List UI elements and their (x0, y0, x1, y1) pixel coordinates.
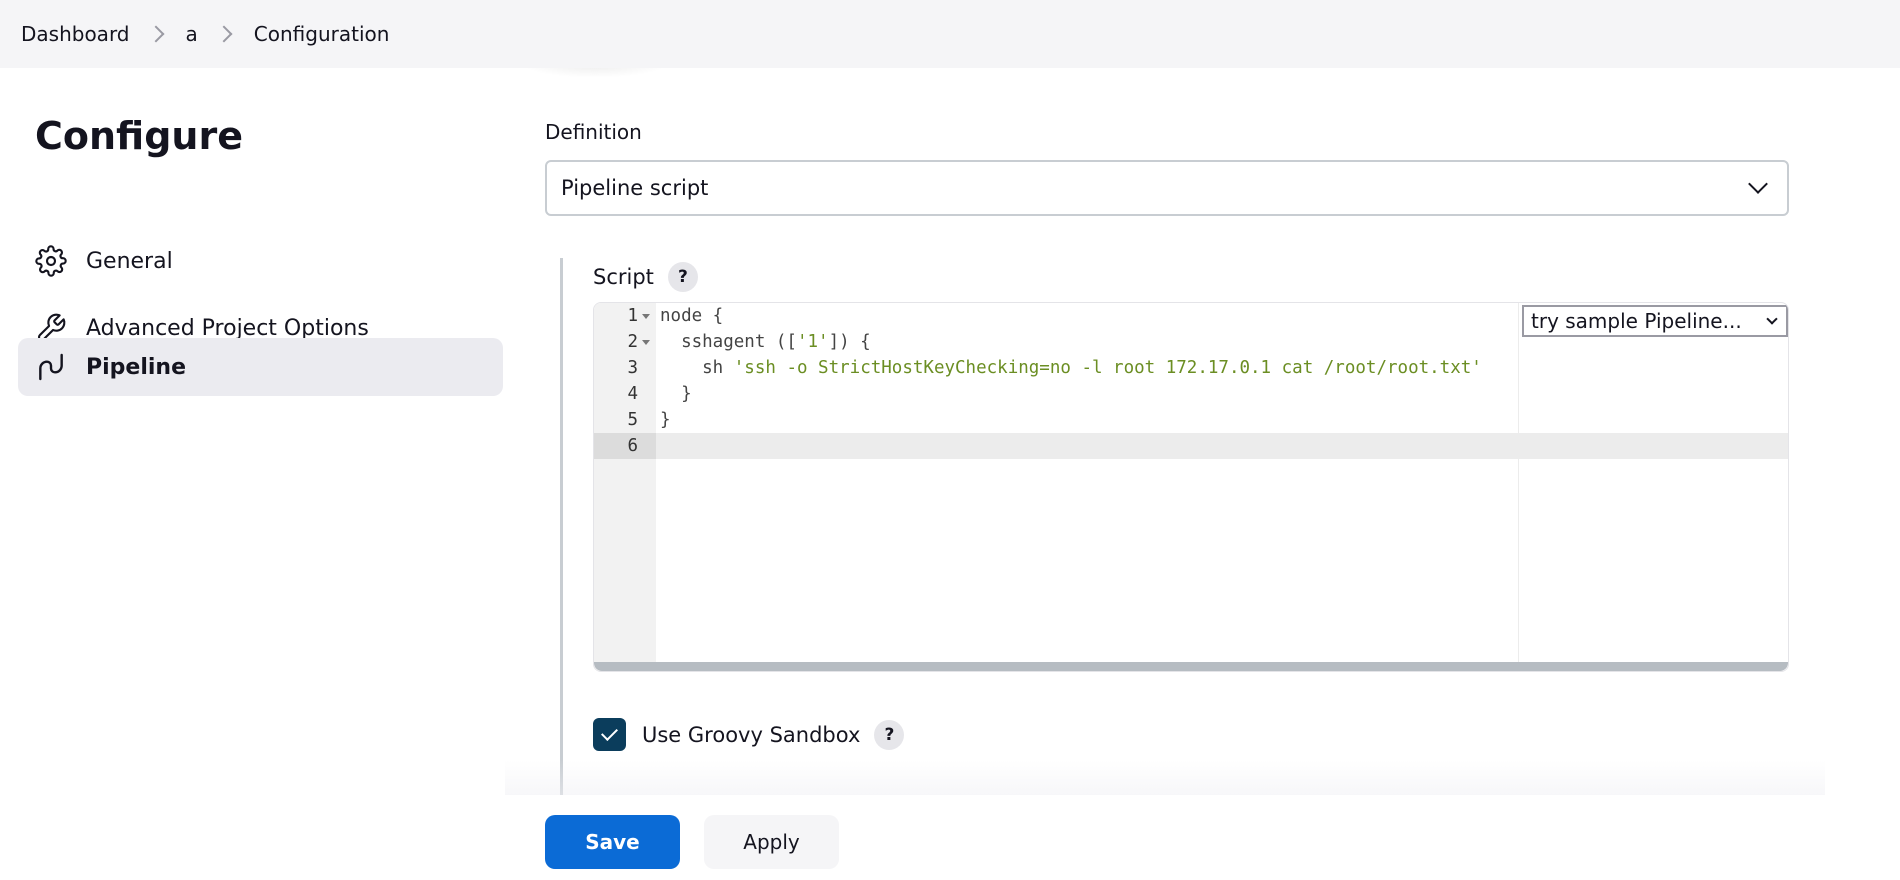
chevron-down-icon (1748, 174, 1768, 194)
line-number: 2 (627, 332, 638, 352)
main-content: Definition Pipeline script Script ? 1 2 3 4… (545, 68, 1845, 798)
chevron-right-icon (215, 25, 233, 43)
definition-select[interactable]: Pipeline script (545, 160, 1789, 216)
breadcrumb-dashboard[interactable]: Dashboard (21, 22, 130, 46)
chevron-right-icon (147, 25, 165, 43)
sidebar-item-label: General (86, 248, 173, 274)
code-line: } (656, 381, 1788, 407)
checkmark-icon (601, 724, 618, 741)
sidebar-item-label: Advanced Project Options (86, 315, 369, 341)
definition-label: Definition (545, 120, 642, 144)
try-sample-pipeline-select[interactable]: try sample Pipeline... (1522, 305, 1788, 337)
code-token: } (660, 384, 692, 404)
pipeline-icon (34, 350, 68, 384)
code-token: } (660, 410, 671, 430)
sample-select-value: try sample Pipeline... (1531, 309, 1742, 333)
groovy-sandbox-option: Use Groovy Sandbox ? (593, 718, 905, 751)
script-label: Script (593, 265, 654, 289)
footer-shadow (505, 760, 1825, 800)
code-string: 'ssh -o StrictHostKeyChecking=no -l root… (733, 358, 1482, 378)
gear-icon (34, 244, 68, 278)
fold-arrow-icon[interactable] (642, 340, 650, 345)
code-line: sh 'ssh -o StrictHostKeyChecking=no -l r… (656, 355, 1788, 381)
save-button[interactable]: Save (545, 815, 680, 869)
section-nesting-line (560, 258, 563, 798)
code-string: '1' (796, 332, 829, 352)
chevron-down-icon (1766, 313, 1778, 325)
sidebar-item-pipeline[interactable]: Pipeline (18, 338, 503, 396)
definition-selected-value: Pipeline script (561, 176, 709, 200)
code-token: ]) { (828, 332, 871, 352)
fold-arrow-icon[interactable] (642, 314, 650, 319)
use-groovy-sandbox-checkbox[interactable] (593, 718, 626, 751)
code-token: sh (660, 358, 734, 378)
breadcrumb-configuration[interactable]: Configuration (254, 22, 390, 46)
line-number: 3 (627, 358, 638, 378)
breadcrumb: Dashboard a Configuration (0, 0, 1900, 68)
help-icon[interactable]: ? (667, 262, 698, 292)
line-number: 6 (627, 436, 638, 456)
code-area[interactable]: node { sshagent (['1']) { sh 'ssh -o Str… (656, 303, 1788, 671)
sandbox-label: Use Groovy Sandbox (642, 722, 861, 747)
line-number: 5 (627, 410, 638, 430)
script-editor[interactable]: 1 2 3 4 5 6 node { sshagent (['1']) { sh 'ssh… (593, 302, 1789, 672)
code-token: sshagent ([ (660, 332, 797, 352)
line-number: 1 (627, 306, 638, 326)
apply-button[interactable]: Apply (704, 815, 839, 869)
help-icon[interactable]: ? (874, 719, 905, 750)
sidebar-item-label: Pipeline (86, 354, 186, 380)
form-footer: Save Apply (505, 795, 1900, 880)
code-line: } (656, 407, 1788, 433)
horizontal-scrollbar[interactable] (594, 662, 1788, 671)
code-token: node { (660, 306, 724, 326)
sidebar-item-general[interactable]: General (18, 232, 503, 290)
sidebar: Configure General Advanced Project Optio… (0, 68, 520, 880)
script-label-row: Script ? (593, 262, 698, 292)
page-title: Configure (35, 114, 243, 158)
breadcrumb-job-a[interactable]: a (186, 22, 198, 46)
line-number: 4 (627, 384, 638, 404)
